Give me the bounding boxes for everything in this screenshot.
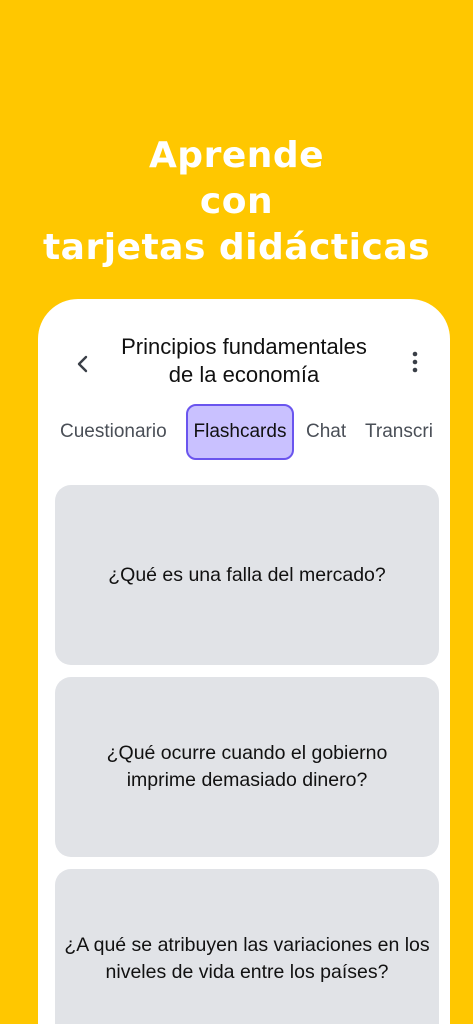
tab-chat[interactable]: Chat: [306, 404, 346, 460]
screen: Aprende con tarjetas didácticas Principi…: [0, 0, 473, 1024]
flashcard-question: ¿A qué se atribuyen las variaciones en l…: [64, 934, 430, 983]
flashcard[interactable]: ¿Qué es una falla del mercado?: [55, 485, 439, 665]
flashcard[interactable]: ¿Qué ocurre cuando el gobierno imprime d…: [55, 677, 439, 857]
tab-transcript[interactable]: Transcri: [365, 404, 433, 460]
hero-line-2: con: [199, 181, 274, 222]
more-options-button[interactable]: [400, 347, 430, 377]
page-title-line-1: Principios fundamentales: [121, 334, 367, 359]
chevron-left-icon: [77, 355, 88, 373]
more-vertical-icon: [412, 351, 418, 373]
flashcard-question: ¿Qué ocurre cuando el gobierno imprime d…: [106, 742, 388, 791]
flashcard-question: ¿Qué es una falla del mercado?: [108, 563, 386, 586]
hero-heading: Aprende con tarjetas didácticas: [0, 133, 473, 271]
hero-line-1: Aprende: [148, 135, 325, 176]
tab-cuestionario[interactable]: Cuestionario: [60, 404, 167, 460]
phone-sheet: Principios fundamentales de la economía …: [38, 299, 450, 1024]
back-button[interactable]: [68, 349, 98, 379]
page-title: Principios fundamentales de la economía: [100, 333, 388, 389]
top-bar: Principios fundamentales de la economía: [38, 299, 450, 399]
hero-line-3: tarjetas didácticas: [42, 227, 431, 268]
page-title-line-2: de la economía: [168, 362, 320, 387]
tab-bar: Cuestionario Flashcards Chat Transcri: [38, 404, 450, 460]
tab-flashcards[interactable]: Flashcards: [186, 404, 294, 460]
flashcard[interactable]: ¿A qué se atribuyen las variaciones en l…: [55, 869, 439, 1024]
